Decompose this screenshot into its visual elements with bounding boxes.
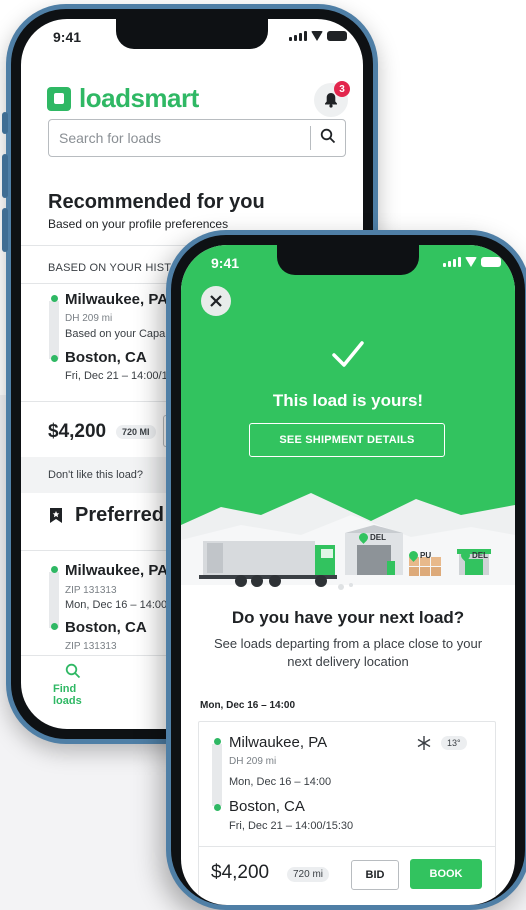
origin-note: Based on your Capa (65, 328, 166, 340)
loadsmart-logo-icon (47, 86, 71, 111)
notification-badge: 3 (334, 81, 350, 97)
map-pin-icon (459, 549, 472, 562)
volume-down-button (2, 208, 8, 252)
origin-deadhead: DH 209 mi (65, 313, 113, 324)
status-time: 9:41 (53, 29, 82, 45)
wifi-icon (311, 31, 323, 41)
wifi-icon (465, 257, 477, 267)
load-price: $4,200 (48, 421, 107, 442)
nav-find-loads[interactable]: Find loads (43, 661, 103, 707)
temperature-chip: 13° (441, 736, 467, 750)
search-input[interactable]: Search for loads (48, 119, 346, 157)
destination-city: Boston, CA (65, 349, 147, 366)
date-header: Mon, Dec 16 – 14:00 (200, 700, 296, 711)
pin-del-1: DEL (357, 531, 386, 544)
recommended-title: Recommended for you (48, 191, 265, 213)
nav-find-loads-label: Find loads (53, 683, 82, 707)
phone-front-screen: 9:41 This load is yours! SEE SHIPMENT DE… (181, 245, 515, 905)
notch (277, 245, 419, 275)
origin-dot (51, 295, 58, 302)
route-line (49, 301, 59, 359)
book-button[interactable]: BOOK (410, 859, 482, 889)
load-card[interactable]: Milwaukee, PA 13° DH 209 mi Mon, Dec 16 … (198, 721, 496, 905)
origin-date: Mon, Dec 16 – 14:00 (229, 776, 332, 788)
status-time: 9:41 (211, 255, 240, 271)
destination-dot (214, 804, 221, 811)
recommended-subtitle: Based on your profile preferences (48, 217, 229, 231)
see-shipment-details-button[interactable]: SEE SHIPMENT DETAILS (249, 423, 445, 457)
destination-zip: ZIP 131313 (65, 641, 117, 652)
pin-label: DEL (370, 533, 386, 542)
status-icons (289, 31, 347, 41)
destination-dot (51, 623, 58, 630)
dislike-text: Don't like this load? (48, 469, 144, 481)
pin-del-2: DEL (459, 549, 488, 562)
history-label: BASED ON YOUR HISTOR (48, 262, 188, 274)
checkmark-icon (332, 341, 364, 367)
battery-icon (327, 31, 347, 41)
origin-deadhead: DH 209 mi (229, 756, 277, 767)
distance-pill: 720 mi (287, 867, 330, 882)
search-icon[interactable] (311, 128, 345, 149)
bid-button[interactable]: BID (351, 860, 399, 890)
close-button[interactable] (201, 286, 231, 316)
search-placeholder: Search for loads (59, 130, 161, 146)
pin-label: DEL (472, 551, 488, 560)
next-load-title: Do you have your next load? (231, 608, 465, 627)
success-title: This load is yours! (272, 391, 424, 410)
destination-date: Fri, Dec 21 – 14:00/15:30 (229, 820, 354, 832)
pin-pickup: PU (407, 549, 432, 562)
map-pin-icon (357, 531, 370, 544)
origin-dot (214, 738, 221, 745)
close-icon (210, 295, 222, 307)
signal-icon (289, 31, 307, 41)
route-line (49, 572, 59, 628)
signal-icon (443, 257, 461, 267)
preferred-title: Preferred l (75, 504, 176, 526)
search-icon (65, 663, 81, 679)
next-load-subtitle: See loads departing from a place close t… (213, 636, 483, 669)
distance-pill: 720 MI (116, 425, 156, 439)
bookmark-icon (50, 508, 62, 523)
brand-logo: loadsmart (47, 83, 199, 114)
status-icons (443, 257, 501, 267)
pin-label: PU (420, 551, 432, 560)
destination-date: Fri, Dec 21 – 14:00/15 (65, 370, 174, 382)
mute-switch (2, 112, 8, 134)
phone-front: 9:41 This load is yours! SEE SHIPMENT DE… (166, 230, 526, 910)
route-line (212, 744, 222, 806)
origin-dot (51, 566, 58, 573)
origin-city: Milwaukee, PA (229, 734, 328, 751)
map-pin-icon (407, 549, 420, 562)
destination-city: Boston, CA (229, 798, 305, 815)
origin-city: Milwaukee, PA (65, 291, 169, 308)
origin-city: Milwaukee, PA (65, 562, 169, 579)
volume-up-button (2, 154, 8, 198)
notch (116, 19, 268, 49)
snowflake-icon (417, 736, 431, 750)
origin-date: Mon, Dec 16 – 14:00 (65, 599, 168, 611)
destination-dot (51, 355, 58, 362)
divider (199, 846, 495, 847)
battery-icon (481, 257, 501, 267)
origin-zip: ZIP 131313 (65, 585, 117, 596)
load-price: $4,200 (211, 862, 270, 883)
destination-city: Boston, CA (65, 619, 147, 636)
logo-text: loadsmart (79, 83, 199, 113)
